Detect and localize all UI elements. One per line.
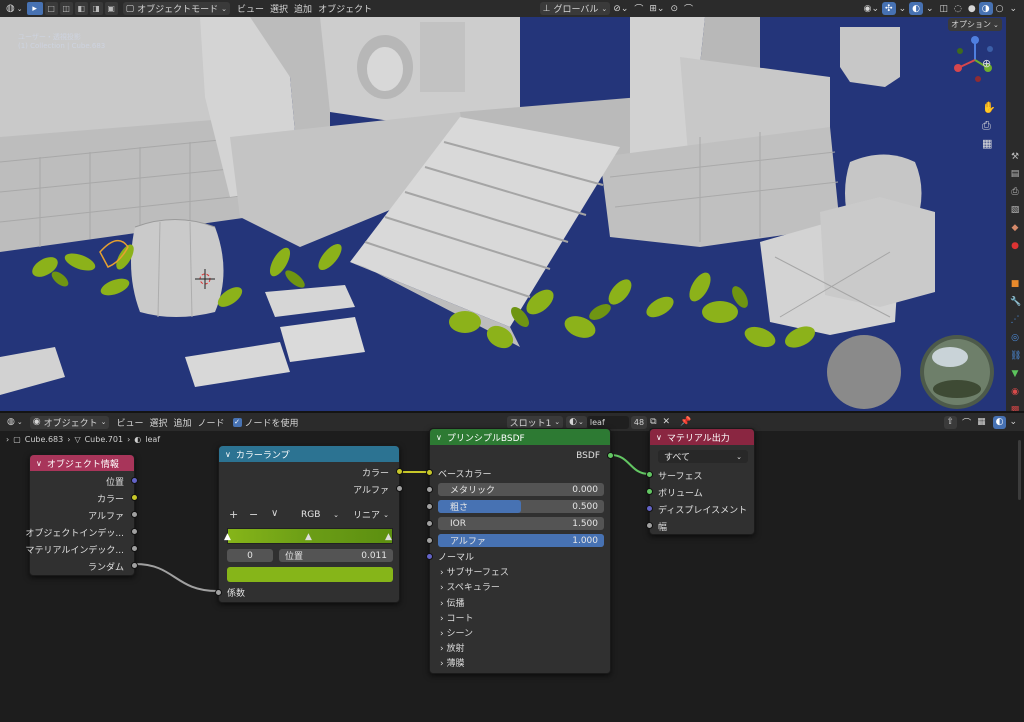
input-displacement: ディスプレイスメント: [658, 505, 748, 516]
socket-material-index[interactable]: [131, 545, 138, 552]
alpha-field[interactable]: アルファ 1.000: [438, 534, 604, 547]
panel-transmission[interactable]: › 伝播: [440, 596, 464, 609]
input-normal: ノーマル: [438, 552, 475, 563]
metallic-value: 0.000: [572, 484, 598, 495]
remove-stop-button[interactable]: −: [249, 508, 258, 521]
output-bsdf: BSDF: [576, 451, 600, 461]
object-info-title: オブジェクト情報: [46, 459, 119, 470]
socket-normal[interactable]: [426, 553, 433, 560]
panel-coat[interactable]: › コート: [440, 611, 473, 624]
socket-ramp-color[interactable]: [396, 468, 403, 475]
socket-displacement[interactable]: [646, 505, 653, 512]
socket-roughness[interactable]: [426, 503, 433, 510]
socket-color[interactable]: [131, 494, 138, 501]
stop-position-value: 0.011: [361, 550, 387, 561]
ramp-menu-button[interactable]: ∨: [271, 508, 278, 519]
socket-base-color[interactable]: [426, 469, 433, 476]
link-bsdf-to-surface: [610, 454, 650, 475]
color-mode-dropdown[interactable]: RGB ⌄: [295, 508, 345, 521]
panel-emission[interactable]: › 放射: [440, 641, 464, 654]
socket-alpha-in[interactable]: [426, 537, 433, 544]
color-stop-handle[interactable]: ▲: [305, 532, 313, 544]
color-stop-handle[interactable]: ▲: [385, 532, 393, 544]
roughness-value: 0.500: [572, 501, 598, 512]
panel-specular[interactable]: › スペキュラー: [440, 580, 500, 593]
socket-bsdf-out[interactable]: [607, 452, 614, 459]
object-info-node[interactable]: ∨ オブジェクト情報 位置 カラー アルファ オブジェクトインデッ... マテリ…: [25, 454, 138, 576]
stop-position-field[interactable]: 位置 0.011: [279, 549, 393, 562]
collapse-icon[interactable]: ∨: [36, 459, 42, 468]
socket-alpha[interactable]: [131, 511, 138, 518]
active-stop-index[interactable]: 0: [227, 549, 273, 562]
object-info-header[interactable]: ∨ オブジェクト情報: [30, 455, 134, 471]
input-surface: サーフェス: [658, 471, 703, 482]
socket-fac[interactable]: [215, 589, 222, 596]
color-stop-handle[interactable]: ▲: [224, 532, 232, 544]
link-random-to-fac: [134, 563, 218, 592]
socket-surface[interactable]: [646, 471, 653, 478]
input-volume: ボリューム: [658, 488, 703, 499]
roughness-label: 粗さ: [450, 503, 469, 513]
bsdf-title: プリンシプルBSDF: [446, 433, 525, 444]
output-color: カラー: [96, 494, 124, 505]
material-output-node[interactable]: ∨ マテリアル出力 すべて ⌄ サーフェス ボリューム ディスプレイスメント 幅: [646, 428, 755, 535]
collapse-icon[interactable]: ∨: [656, 433, 662, 442]
socket-object-index[interactable]: [131, 528, 138, 535]
socket-metallic[interactable]: [426, 486, 433, 493]
socket-thickness[interactable]: [646, 522, 653, 529]
output-ramp-color: カラー: [361, 468, 389, 479]
render-target-label: すべて: [664, 453, 691, 463]
alpha-value: 1.000: [572, 535, 598, 546]
socket-ramp-alpha[interactable]: [396, 485, 403, 492]
node-editor-scrollbar[interactable]: [1018, 440, 1021, 500]
material-output-title: マテリアル出力: [666, 433, 730, 444]
output-object-index: オブジェクトインデッ...: [25, 528, 124, 539]
socket-random[interactable]: [131, 562, 138, 569]
roughness-field[interactable]: 粗さ 0.500: [438, 500, 604, 513]
input-base-color: ベースカラー: [438, 469, 492, 480]
input-fac: 係数: [227, 588, 246, 599]
collapse-icon[interactable]: ∨: [225, 450, 231, 459]
interpolation-label: リニア: [353, 511, 381, 521]
output-location: 位置: [105, 477, 124, 488]
ior-field[interactable]: IOR 1.500: [438, 517, 604, 530]
material-output-header[interactable]: ∨ マテリアル出力: [650, 429, 754, 445]
collapse-icon[interactable]: ∨: [436, 433, 442, 442]
color-ramp-title: カラーランプ: [235, 450, 290, 461]
ior-label: IOR: [450, 518, 466, 529]
panel-sheen[interactable]: › シーン: [440, 626, 473, 639]
metallic-label: メタリック: [450, 486, 496, 496]
output-ramp-alpha: アルファ: [353, 485, 389, 496]
alpha-label: アルファ: [450, 537, 486, 547]
output-material-index: マテリアルインデック...: [25, 545, 125, 556]
ior-value: 1.500: [572, 518, 598, 529]
panel-thin-film[interactable]: › 薄膜: [440, 656, 464, 669]
stop-color-swatch[interactable]: [227, 567, 393, 582]
socket-volume[interactable]: [646, 488, 653, 495]
socket-location[interactable]: [131, 477, 138, 484]
color-ramp-node[interactable]: ∨ カラーランプ カラー アルファ + − ∨ RGB ⌄ リニア ⌄ ▲ ▲ ▲ …: [215, 445, 403, 603]
bsdf-header[interactable]: ∨ プリンシプルBSDF: [430, 429, 610, 445]
socket-ior[interactable]: [426, 520, 433, 527]
interpolation-dropdown[interactable]: リニア ⌄: [347, 508, 395, 521]
color-ramp-header[interactable]: ∨ カラーランプ: [219, 446, 399, 462]
metallic-field[interactable]: メタリック 0.000: [438, 483, 604, 496]
active-stop-value: 0: [247, 550, 253, 561]
principled-bsdf-node[interactable]: ∨ プリンシプルBSDF BSDF ベースカラー メタリック 0.000 粗さ …: [426, 428, 614, 674]
panel-subsurface[interactable]: › サブサーフェス: [440, 565, 509, 578]
color-mode-label: RGB: [301, 509, 321, 520]
stop-position-label: 位置: [285, 552, 304, 562]
add-stop-button[interactable]: +: [229, 508, 238, 521]
output-alpha: アルファ: [88, 511, 124, 522]
output-random: ランダム: [87, 562, 124, 573]
input-thickness: 幅: [658, 522, 668, 533]
render-target-dropdown[interactable]: すべて ⌄: [658, 450, 748, 463]
